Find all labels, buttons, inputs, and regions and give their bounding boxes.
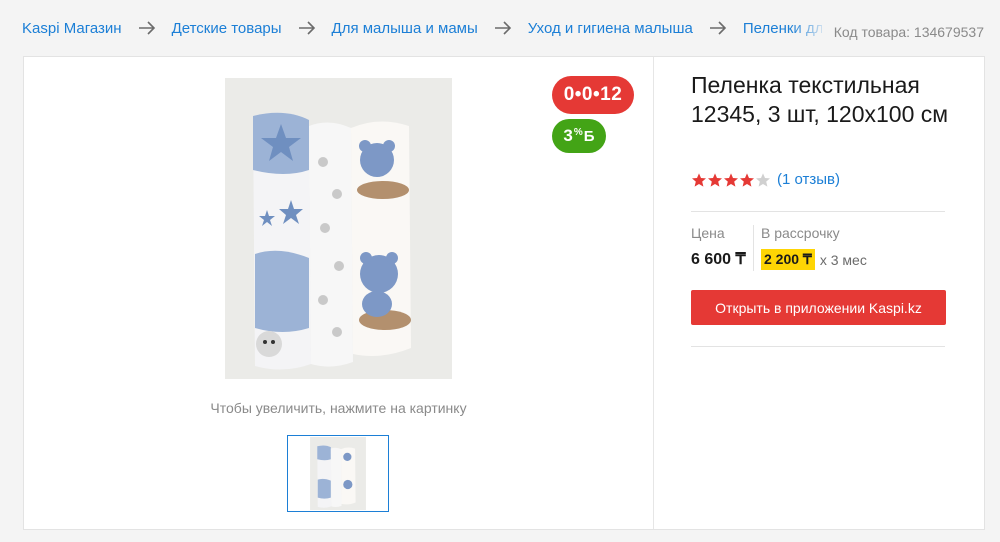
installment-block: В рассрочку 2 200 ₸ х 3 мес	[761, 225, 867, 270]
zoom-hint: Чтобы увеличить, нажмите на картинку	[210, 400, 467, 416]
thumbnail-image	[310, 437, 366, 510]
star-icon	[708, 172, 722, 187]
reviews-link[interactable]: (1 отзыв)	[777, 171, 840, 188]
price-value: 6 600 ₸	[691, 251, 746, 268]
bonus-currency: Б	[583, 127, 595, 145]
product-card: Чтобы увеличить, нажмите на картинку 0•0…	[23, 56, 985, 530]
product-code: Код товара: 134679537	[833, 24, 984, 40]
star-icon	[692, 172, 706, 187]
installment-label: В рассрочку	[761, 225, 840, 241]
bonus-badge: 3 % Б	[552, 119, 606, 153]
rating-stars	[691, 172, 771, 188]
installment-monthly: 2 200 ₸	[761, 249, 815, 270]
arrow-right-icon	[494, 21, 512, 35]
arrow-right-icon	[709, 21, 727, 35]
breadcrumb-link-baby-mom[interactable]: Для малыша и мамы	[332, 20, 478, 37]
bonus-value: 3	[563, 126, 573, 145]
swaddle-rolls-image	[225, 78, 452, 379]
star-icon	[740, 172, 754, 187]
breadcrumb-link-kids[interactable]: Детские товары	[172, 20, 282, 37]
breadcrumb: Kaspi Магазин Детские товары Для малыша …	[0, 0, 1000, 56]
rating: (1 отзыв)	[691, 171, 840, 188]
arrow-right-icon	[138, 21, 156, 35]
product-title: Пеленка текстильная 12345, 3 шт, 120х100…	[691, 72, 949, 127]
column-divider	[653, 57, 654, 529]
breadcrumb-link-baby-care[interactable]: Уход и гигиена малыша	[528, 20, 693, 37]
star-icon	[756, 172, 770, 187]
price-separator	[753, 225, 754, 271]
main-product-photo[interactable]	[225, 78, 452, 379]
bonus-percent: %	[573, 127, 583, 138]
credit-0-0-12-badge: 0•0•12	[552, 76, 634, 114]
breadcrumb-fade	[790, 14, 830, 42]
price-label: Цена	[691, 225, 725, 241]
gallery-thumbnail[interactable]	[287, 435, 389, 512]
breadcrumb-link-kaspi-shop[interactable]: Kaspi Магазин	[22, 20, 122, 37]
open-in-app-button[interactable]: Открыть в приложении Kaspi.kz	[691, 290, 946, 325]
arrow-right-icon	[298, 21, 316, 35]
installment-term: х 3 мес	[819, 251, 867, 268]
breadcrumb-track: Kaspi Магазин Детские товары Для малыша …	[22, 18, 822, 38]
divider	[691, 211, 945, 212]
divider	[691, 346, 945, 347]
star-icon	[724, 172, 738, 187]
price-block: Цена 6 600 ₸	[691, 225, 746, 269]
